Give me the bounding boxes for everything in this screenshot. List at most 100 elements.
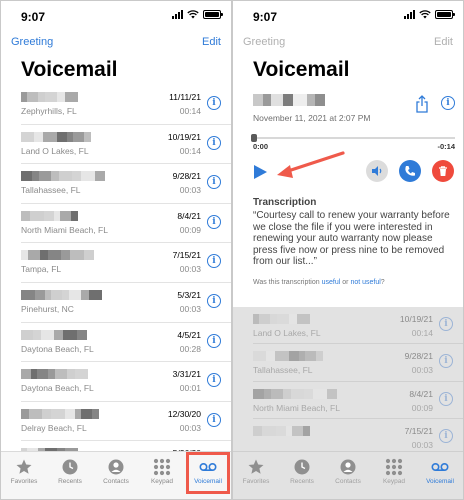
caller-location: Tampa, FL (21, 264, 62, 275)
useful-link[interactable]: useful (322, 279, 341, 286)
info-icon[interactable]: i (207, 293, 221, 308)
status-time: 9:07 (21, 10, 46, 24)
tab-label: Contacts (335, 478, 361, 485)
greeting-button[interactable]: Greeting (243, 36, 285, 48)
info-icon[interactable]: i (207, 96, 221, 110)
clock-icon (61, 458, 79, 476)
caller-location: Tallahassee, FL (253, 365, 313, 376)
status-bar: 9:07 (233, 1, 463, 31)
tab-keypad[interactable]: Keypad (371, 452, 417, 499)
voicemail-duration: 00:03 (411, 440, 433, 451)
caller-name-redacted (253, 314, 310, 324)
edit-button[interactable]: Edit (202, 36, 221, 48)
caller-location: Zephyrhills, FL (21, 106, 77, 116)
status-icons (404, 10, 455, 19)
call-back-button[interactable] (399, 160, 421, 182)
info-icon[interactable]: i (207, 373, 221, 388)
tab-label: Keypad (150, 478, 174, 485)
battery-icon (203, 10, 223, 19)
info-icon[interactable]: i (207, 214, 221, 229)
speaker-button[interactable] (366, 160, 388, 182)
caller-location: Daytona Beach, FL (21, 383, 94, 394)
voicemail-detail: November 11, 2021 at 2:07 PM i 0:00 -0:1… (233, 85, 463, 301)
voicemail-date: 11/11/21 (169, 92, 201, 102)
playback-scrubber[interactable] (251, 134, 455, 142)
voicemail-date: 9/28/21 (172, 171, 201, 182)
tab-label: Favorites (242, 478, 270, 485)
voicemail-duration: 00:28 (179, 343, 201, 354)
voicemail-duration: 00:14 (411, 328, 433, 338)
page-title: Voicemail (21, 58, 118, 81)
caller-name-redacted (253, 426, 310, 437)
info-icon[interactable]: i (439, 354, 453, 369)
voicemail-row[interactable]: Daytona Beach, FL 3/31/21 00:01 i (21, 362, 231, 402)
tab-favorites[interactable]: Favorites (1, 452, 47, 499)
voicemail-row[interactable]: Tallahassee, FL 9/28/21 00:03 i (21, 164, 231, 204)
page-title: Voicemail (253, 58, 350, 81)
voicemail-date: 7/15/21 (172, 250, 201, 261)
voicemail-row[interactable]: Pinehurst, NC 5/3/21 00:03 i (21, 283, 231, 323)
info-icon[interactable]: i (207, 135, 221, 150)
info-icon[interactable]: i (207, 412, 221, 427)
info-icon[interactable]: i (439, 429, 453, 444)
voicemail-duration: 00:03 (179, 264, 201, 275)
voicemail-row[interactable]: Tallahassee, FL 9/28/21 00:03 i (253, 344, 463, 382)
info-icon[interactable]: i (441, 96, 455, 110)
tab-keypad[interactable]: Keypad (139, 452, 185, 499)
wifi-icon (187, 10, 199, 19)
caller-location: Pinehurst, NC (21, 303, 74, 314)
transcription-feedback: Was this transcription useful or not use… (253, 279, 385, 286)
delete-button[interactable] (432, 160, 454, 182)
tab-recents[interactable]: Recents (279, 452, 325, 499)
play-icon[interactable] (254, 165, 267, 179)
keypad-icon (385, 458, 403, 476)
share-icon[interactable] (415, 95, 429, 113)
voicemail-row[interactable]: Daytona Beach, FL 4/5/21 00:28 i (21, 323, 231, 363)
voicemail-date: 10/19/21 (167, 131, 201, 142)
status-icons (172, 10, 223, 19)
voicemail-date: 9/28/21 (404, 351, 433, 362)
edit-button[interactable]: Edit (434, 36, 453, 48)
voicemail-duration: 00:03 (179, 185, 201, 196)
tab-label: Keypad (382, 478, 406, 485)
caller-location: Daytona Beach, FL (21, 343, 94, 354)
tab-label: Contacts (103, 478, 129, 485)
voicemail-row[interactable]: Land O Lakes, FL 10/19/21 00:14 i (253, 307, 463, 345)
voicemail-detail-screen: 9:07 Greeting Edit Voicemail November 11… (232, 0, 464, 500)
transcription-text: “Courtesy call to renew your warranty be… (253, 210, 450, 268)
caller-name-redacted (21, 92, 78, 102)
info-icon[interactable]: i (207, 175, 221, 190)
caller-location: North Miami Beach, FL (253, 402, 340, 413)
caller-name-redacted (253, 388, 337, 399)
voicemail-date: November 11, 2021 at 2:07 PM (253, 113, 371, 123)
tab-contacts[interactable]: Contacts (325, 452, 371, 499)
voicemail-row[interactable]: Tampa, FL 7/15/21 00:03 i (21, 243, 231, 283)
caller-name-redacted (253, 94, 325, 106)
voicemail-date: 5/3/21 (177, 289, 201, 300)
voicemail-duration: 00:09 (411, 402, 433, 413)
info-icon[interactable]: i (439, 391, 453, 406)
info-icon[interactable]: i (207, 333, 221, 348)
voicemail-list: Zephyrhills, FL 11/11/21 00:14 i Land O Lake… (1, 85, 231, 481)
tab-contacts[interactable]: Contacts (93, 452, 139, 499)
caller-name-redacted (21, 329, 87, 340)
info-icon[interactable]: i (207, 254, 221, 269)
voicemail-tab-highlight (186, 452, 230, 494)
signal-icon (404, 10, 415, 19)
tab-voicemail[interactable]: Voicemail (417, 452, 463, 499)
voicemail-row[interactable]: North Miami Beach, FL 8/4/21 00:09 i (21, 204, 231, 244)
voicemail-icon (431, 458, 449, 476)
voicemail-row[interactable]: Zephyrhills, FL 11/11/21 00:14 i (21, 85, 231, 125)
not-useful-link[interactable]: not useful (350, 279, 380, 286)
clock-icon (293, 458, 311, 476)
voicemail-row[interactable]: Land O Lakes, FL 10/19/21 00:14 i (21, 125, 231, 165)
greeting-button[interactable]: Greeting (11, 36, 53, 48)
tab-favorites[interactable]: Favorites (233, 452, 279, 499)
phone-icon (405, 166, 415, 176)
voicemail-row[interactable]: Delray Beach, FL 12/30/20 00:03 i (21, 402, 231, 442)
voicemail-row[interactable]: North Miami Beach, FL 8/4/21 00:09 i (253, 382, 463, 420)
tab-recents[interactable]: Recents (47, 452, 93, 499)
elapsed-time: 0:00 (253, 142, 269, 151)
person-icon (339, 458, 357, 476)
info-icon[interactable]: i (439, 317, 453, 331)
